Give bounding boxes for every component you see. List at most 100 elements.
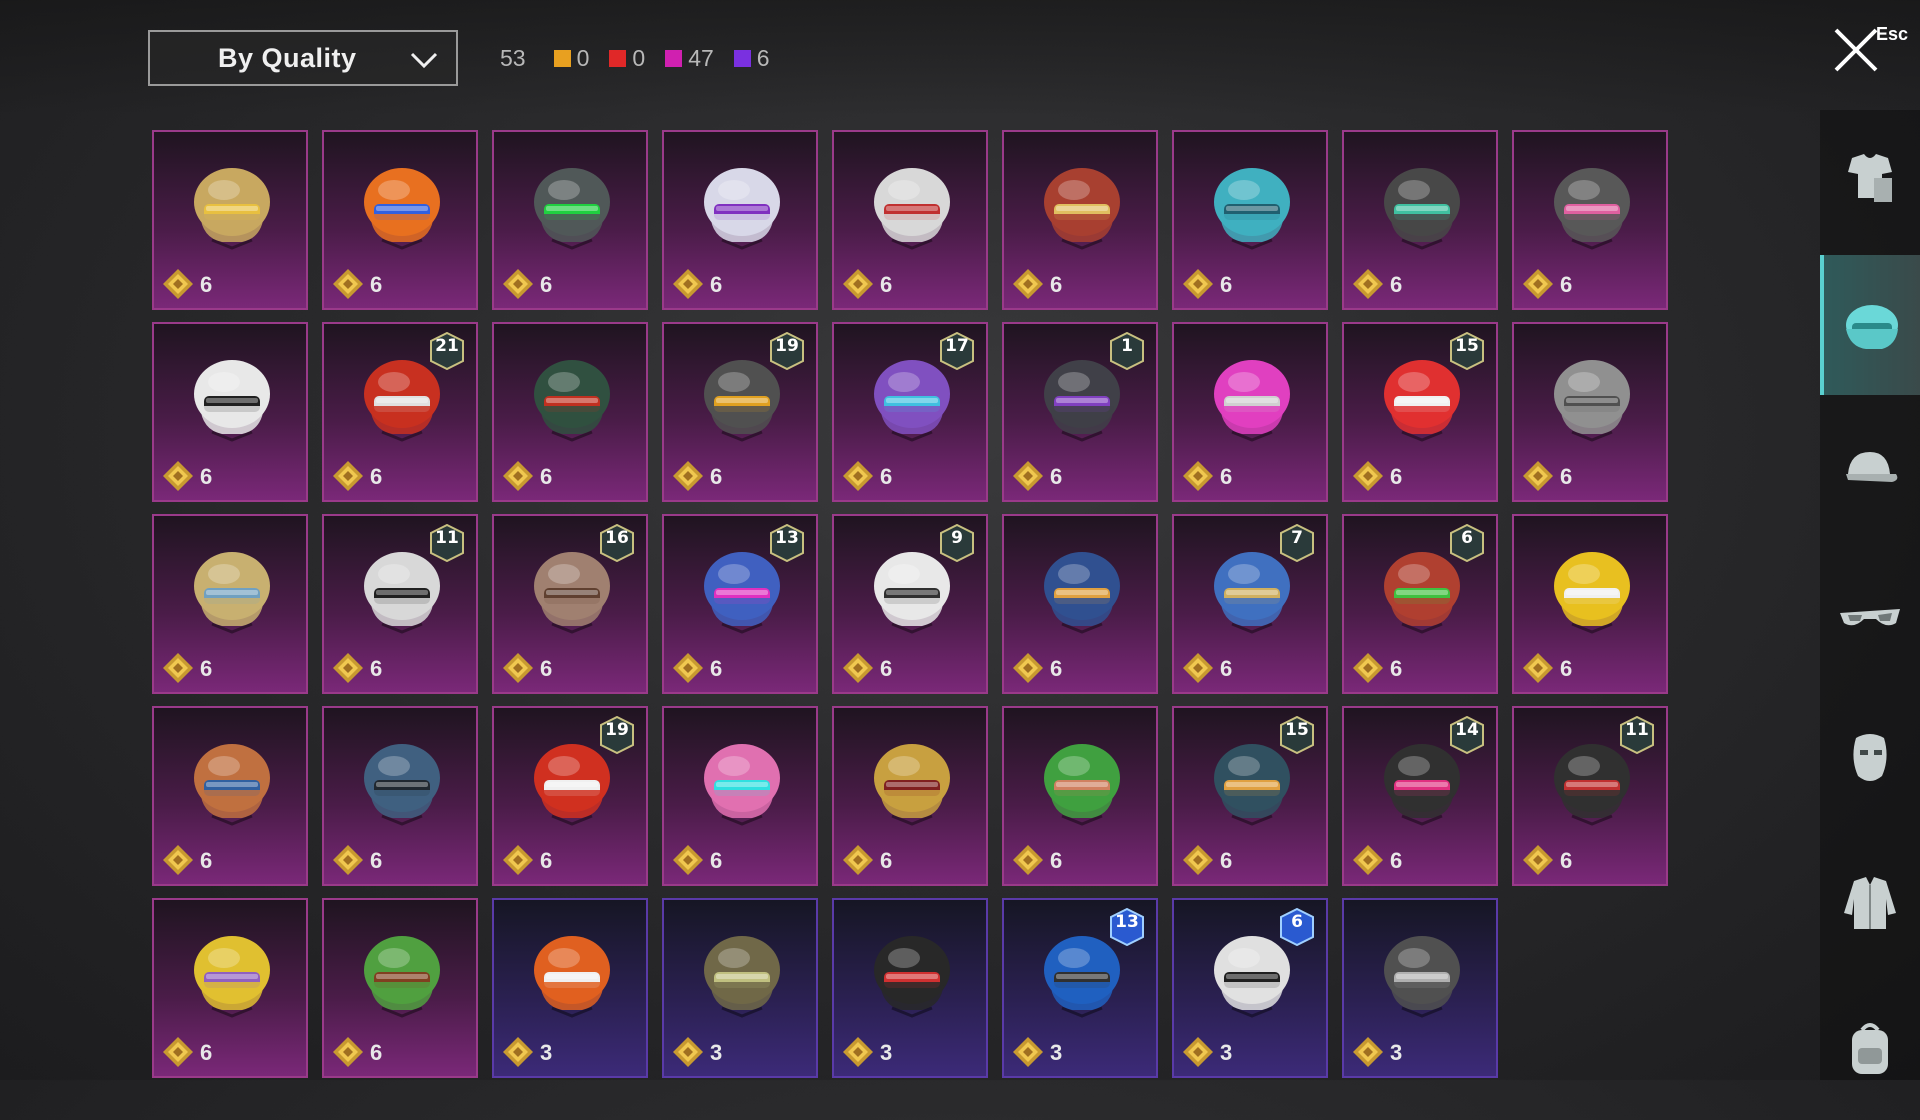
helmet-item-card[interactable]: 11 6 [1512, 706, 1668, 886]
outfit-tab[interactable] [1820, 110, 1920, 250]
helmet-item-card[interactable]: 3 [1342, 898, 1498, 1078]
helmet-item-card[interactable]: 6 [662, 706, 818, 886]
season-badge-number: 14 [1455, 720, 1479, 740]
helmet-icon [194, 936, 270, 1018]
currency-icon [163, 269, 193, 299]
helmet-item-card[interactable]: 17 6 [832, 322, 988, 502]
helmet-item-card[interactable]: 3 [492, 898, 648, 1078]
item-cost: 6 [1390, 272, 1403, 297]
helmet-tab[interactable] [1820, 255, 1920, 395]
backpack-tab[interactable] [1820, 980, 1920, 1120]
helmet-item-card[interactable]: 15 6 [1342, 322, 1498, 502]
item-cost: 6 [880, 848, 893, 873]
currency-icon [843, 653, 873, 683]
helmet-item-card[interactable]: 6 [322, 706, 478, 886]
helmet-item-card[interactable]: 6 [1342, 130, 1498, 310]
helmet-item-card[interactable]: 6 [1172, 322, 1328, 502]
jacket-tab[interactable] [1820, 835, 1920, 975]
helmet-item-card[interactable]: 6 [152, 898, 308, 1078]
helmet-item-card[interactable]: 15 6 [1172, 706, 1328, 886]
item-cost: 3 [1220, 1040, 1233, 1065]
helmet-item-card[interactable]: 6 [492, 130, 648, 310]
currency-icon [503, 461, 533, 491]
helmet-item-card[interactable]: 6 [1002, 130, 1158, 310]
hat-tab[interactable] [1820, 400, 1920, 540]
item-cost: 6 [1220, 272, 1233, 297]
season-badge-number: 9 [951, 528, 963, 548]
helmet-item-card[interactable]: 6 [1172, 130, 1328, 310]
close-button[interactable]: Esc [1830, 20, 1908, 76]
total-count: 53 [500, 44, 526, 71]
currency-icon [1013, 461, 1043, 491]
sort-dropdown[interactable]: By Quality [148, 30, 458, 86]
glasses-tab[interactable] [1820, 545, 1920, 685]
helmet-item-card[interactable]: 16 [1002, 322, 1158, 502]
helmet-item-card[interactable]: 6 [662, 130, 818, 310]
item-cost: 6 [1390, 656, 1403, 681]
item-cost: 6 [540, 272, 553, 297]
helmet-item-card[interactable]: 13 3 [1002, 898, 1158, 1078]
currency-icon [1013, 845, 1043, 875]
helmet-item-card[interactable]: 6 [1002, 706, 1158, 886]
season-badge-number: 11 [1625, 720, 1649, 740]
item-cost: 6 [1050, 848, 1063, 873]
helmet-item-card[interactable]: 13 6 [662, 514, 818, 694]
currency-icon [1523, 653, 1553, 683]
item-cost: 6 [1390, 848, 1403, 873]
item-cost: 6 [200, 848, 213, 873]
helmet-item-card[interactable]: 6 [1512, 322, 1668, 502]
helmet-item-card[interactable]: 6 [152, 322, 308, 502]
helmet-item-card[interactable]: 14 6 [1342, 706, 1498, 886]
helmet-item-card[interactable]: 16 6 [492, 514, 648, 694]
helmet-item-card[interactable]: 3 [662, 898, 818, 1078]
chevron-down-icon [410, 52, 438, 69]
season-badge-number: 16 [605, 528, 629, 548]
helmet-item-card[interactable]: 6 [152, 514, 308, 694]
helmet-item-card[interactable]: 21 6 [322, 322, 478, 502]
helmet-item-card[interactable]: 6 [832, 706, 988, 886]
season-badge-number: 7 [1291, 528, 1303, 548]
item-cost: 6 [200, 1040, 213, 1065]
helmet-item-card[interactable]: 6 [152, 130, 308, 310]
outfit-icon [1848, 154, 1892, 202]
helmet-item-card[interactable]: 6 [492, 322, 648, 502]
currency-icon [163, 845, 193, 875]
season-badge-number: 21 [435, 336, 459, 356]
helmet-item-card[interactable]: 63 [1172, 898, 1328, 1078]
helmet-icon [1044, 744, 1120, 826]
currency-icon [503, 269, 533, 299]
helmet-item-card[interactable]: 6 [322, 130, 478, 310]
helmet-item-card[interactable]: 6 [1512, 514, 1668, 694]
cap-icon [1846, 452, 1898, 482]
helmet-item-card[interactable]: 6 [322, 898, 478, 1078]
currency-icon [1183, 653, 1213, 683]
helmet-item-card[interactable]: 76 [1172, 514, 1328, 694]
helmet-icon [534, 936, 610, 1018]
helmet-item-card[interactable]: 3 [832, 898, 988, 1078]
helmet-item-card[interactable]: 6 [1002, 514, 1158, 694]
currency-icon [1523, 461, 1553, 491]
item-cost: 6 [370, 272, 383, 297]
glasses-icon [1840, 609, 1900, 626]
helmet-item-card[interactable]: 6 [152, 706, 308, 886]
mask-tab[interactable] [1820, 690, 1920, 830]
currency-icon [1013, 269, 1043, 299]
season-badge-number: 6 [1291, 912, 1303, 932]
helmet-icon [1214, 360, 1290, 442]
season-badge-number: 6 [1461, 528, 1473, 548]
helmet-icon [1554, 360, 1630, 442]
helmet-item-card[interactable]: 11 6 [322, 514, 478, 694]
item-cost: 6 [1560, 464, 1573, 489]
helmet-item-card[interactable]: 96 [832, 514, 988, 694]
currency-icon [1183, 269, 1213, 299]
season-badge-number: 11 [435, 528, 459, 548]
helmet-item-card[interactable]: 19 6 [662, 322, 818, 502]
currency-icon [673, 653, 703, 683]
currency-icon [1353, 269, 1383, 299]
helmet-item-card[interactable]: 19 6 [492, 706, 648, 886]
item-cost: 6 [1050, 464, 1063, 489]
helmet-item-card[interactable]: 66 [1342, 514, 1498, 694]
helmet-item-card[interactable]: 6 [832, 130, 988, 310]
helmet-item-card[interactable]: 6 [1512, 130, 1668, 310]
season-badge-number: 1 [1121, 336, 1133, 356]
